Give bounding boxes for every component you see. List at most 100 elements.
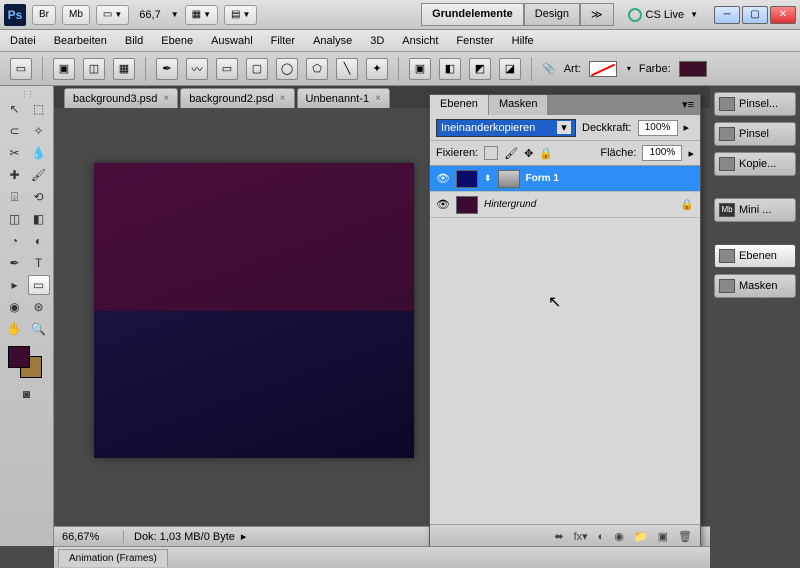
- menu-fenster[interactable]: Fenster: [456, 35, 493, 47]
- delete-layer-icon[interactable]: 🗑: [678, 530, 692, 543]
- crop-tool[interactable]: ✂: [4, 143, 26, 163]
- layer-thumbnail[interactable]: [456, 196, 478, 214]
- eraser-tool[interactable]: ◫: [4, 209, 26, 229]
- panel-pinsel[interactable]: Pinsel: [714, 122, 796, 146]
- foreground-color-swatch[interactable]: [8, 346, 30, 368]
- blend-mode-select[interactable]: Ineinanderkopieren▾: [436, 119, 576, 137]
- panel-kopie[interactable]: Kopie...: [714, 152, 796, 176]
- history-brush-tool[interactable]: ⟲: [28, 187, 50, 207]
- zoom-display[interactable]: 66,7: [135, 9, 164, 21]
- paths-icon[interactable]: ◫: [83, 58, 105, 80]
- menu-analyse[interactable]: Analyse: [313, 35, 352, 47]
- stamp-tool[interactable]: ⌹: [4, 187, 26, 207]
- fill-pixels-icon[interactable]: ▦: [113, 58, 135, 80]
- close-tab-icon[interactable]: ×: [163, 93, 169, 104]
- menu-datei[interactable]: Datei: [10, 35, 36, 47]
- custom-shape-icon[interactable]: ✦: [366, 58, 388, 80]
- menu-3d[interactable]: 3D: [370, 35, 384, 47]
- panel-minibridge[interactable]: MbMini ...: [714, 198, 796, 222]
- opacity-input[interactable]: 100%: [638, 120, 678, 136]
- menu-filter[interactable]: Filter: [271, 35, 295, 47]
- extras-button[interactable]: ▤▼: [224, 5, 257, 25]
- toolbox-grip[interactable]: [0, 90, 53, 98]
- polygon-shape-icon[interactable]: ⬠: [306, 58, 328, 80]
- new-layer-icon[interactable]: ▣: [658, 530, 668, 543]
- lock-pixels-icon[interactable]: 🖌: [504, 147, 518, 160]
- style-dropdown[interactable]: ▾: [627, 64, 631, 73]
- line-shape-icon[interactable]: ╲: [336, 58, 358, 80]
- rectangle-tool[interactable]: ▭: [28, 275, 50, 295]
- 3d-camera-tool[interactable]: ⊛: [28, 297, 50, 317]
- opacity-arrow[interactable]: ▸: [684, 121, 690, 134]
- doc-tab-1[interactable]: background2.psd×: [180, 88, 294, 108]
- path-select-tool[interactable]: ▸: [4, 275, 26, 295]
- menu-bild[interactable]: Bild: [125, 35, 143, 47]
- menu-ansicht[interactable]: Ansicht: [402, 35, 438, 47]
- layer-fx-icon[interactable]: fx▾: [574, 530, 588, 543]
- hand-tool[interactable]: ✋: [4, 319, 26, 339]
- mask-thumbnail[interactable]: [498, 170, 520, 188]
- cs-live-button[interactable]: CS Live ▼: [628, 8, 698, 22]
- lock-transparency-icon[interactable]: [484, 146, 498, 160]
- tab-masken[interactable]: Masken: [489, 95, 549, 115]
- link-icon[interactable]: ⬍: [484, 173, 492, 184]
- panel-pinsel-presets[interactable]: Pinsel...: [714, 92, 796, 116]
- screen-mode-button[interactable]: ▭▼: [96, 5, 129, 25]
- window-close[interactable]: ✕: [770, 6, 796, 24]
- style-swatch[interactable]: [589, 61, 617, 77]
- menu-auswahl[interactable]: Auswahl: [211, 35, 253, 47]
- blur-tool[interactable]: ◔: [4, 231, 26, 251]
- layer-mask-icon[interactable]: ◐: [598, 531, 605, 543]
- move-tool[interactable]: ↖: [4, 99, 26, 119]
- workspace-design[interactable]: Design: [524, 3, 580, 26]
- combine-add-icon[interactable]: ▣: [409, 58, 431, 80]
- attach-icon[interactable]: 📎: [542, 62, 556, 75]
- brush-tool[interactable]: 🖌: [28, 165, 50, 185]
- workspace-grundelemente[interactable]: Grundelemente: [421, 3, 524, 26]
- quickmask-tool[interactable]: ◙: [16, 384, 38, 404]
- menu-ebene[interactable]: Ebene: [161, 35, 193, 47]
- status-zoom[interactable]: 66,67%: [54, 531, 124, 543]
- layer-row-form1[interactable]: 👁 ⬍ Form 1: [430, 166, 700, 192]
- pen-tool[interactable]: ✒: [4, 253, 26, 273]
- dodge-tool[interactable]: ◐: [28, 231, 50, 251]
- close-tab-icon[interactable]: ×: [280, 93, 286, 104]
- wand-tool[interactable]: ✧: [28, 121, 50, 141]
- workspace-more[interactable]: ≫: [580, 3, 614, 26]
- combine-intersect-icon[interactable]: ◩: [469, 58, 491, 80]
- status-info-arrow[interactable]: ▸: [241, 530, 247, 543]
- layer-row-hintergrund[interactable]: 👁 Hintergrund 🔒: [430, 192, 700, 218]
- combine-subtract-icon[interactable]: ◧: [439, 58, 461, 80]
- animation-panel-tab[interactable]: Animation (Frames): [58, 549, 168, 567]
- visibility-toggle[interactable]: 👁: [436, 198, 450, 212]
- visibility-toggle[interactable]: 👁: [436, 172, 450, 186]
- status-doc-info[interactable]: Dok: 1,03 MB/0 Byte: [124, 531, 235, 543]
- shape-layers-icon[interactable]: ▣: [53, 58, 75, 80]
- eyedropper-tool[interactable]: 💧: [28, 143, 50, 163]
- link-layers-icon[interactable]: ⬌: [554, 530, 563, 543]
- minibridge-button[interactable]: Mb: [62, 5, 90, 25]
- panel-ebenen[interactable]: Ebenen: [714, 244, 796, 268]
- close-tab-icon[interactable]: ×: [375, 93, 381, 104]
- gradient-tool[interactable]: ◧: [28, 209, 50, 229]
- marquee-tool[interactable]: ⬚: [28, 99, 50, 119]
- panel-masken[interactable]: Masken: [714, 274, 796, 298]
- zoom-dropdown[interactable]: ▼: [171, 10, 179, 19]
- lock-all-icon[interactable]: 🔒: [539, 147, 553, 160]
- type-tool[interactable]: T: [28, 253, 50, 273]
- lasso-tool[interactable]: ⊂: [4, 121, 26, 141]
- ellipse-shape-icon[interactable]: ◯: [276, 58, 298, 80]
- canvas[interactable]: [94, 163, 414, 458]
- rect-shape-icon[interactable]: ▭: [216, 58, 238, 80]
- panel-menu-icon[interactable]: ▾≡: [676, 95, 700, 115]
- pen-icon[interactable]: ✒: [156, 58, 178, 80]
- layer-name[interactable]: Form 1: [526, 173, 559, 184]
- window-minimize[interactable]: ─: [714, 6, 740, 24]
- layer-thumbnail[interactable]: [456, 170, 478, 188]
- combine-exclude-icon[interactable]: ◪: [499, 58, 521, 80]
- 3d-tool[interactable]: ◉: [4, 297, 26, 317]
- heal-tool[interactable]: ✚: [4, 165, 26, 185]
- doc-tab-2[interactable]: Unbenannt-1×: [297, 88, 390, 108]
- zoom-tool[interactable]: 🔍: [28, 319, 50, 339]
- doc-tab-0[interactable]: background3.psd×: [64, 88, 178, 108]
